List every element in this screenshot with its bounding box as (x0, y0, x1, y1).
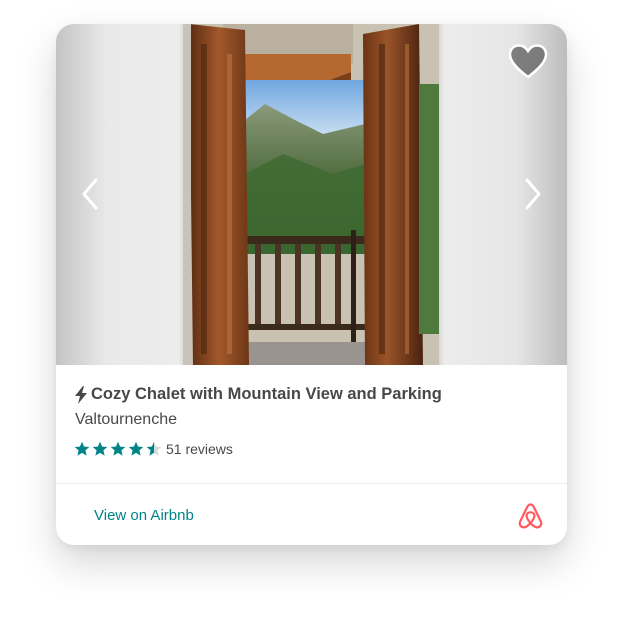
view-on-airbnb-link[interactable]: View on Airbnb (94, 507, 194, 524)
lightning-bolt-icon (75, 385, 87, 404)
star-icon (128, 441, 144, 456)
airbnb-logo-icon[interactable] (517, 502, 544, 530)
star-icon (74, 441, 90, 456)
previous-photo-button[interactable] (70, 174, 110, 214)
star-rating (74, 441, 162, 457)
rating-row: 51 reviews (74, 441, 233, 457)
title-row: Cozy Chalet with Mountain View and Parki… (75, 385, 442, 404)
review-count[interactable]: 51 reviews (166, 441, 233, 457)
footer-divider (56, 483, 567, 484)
listing-title[interactable]: Cozy Chalet with Mountain View and Parki… (91, 385, 442, 404)
next-photo-button[interactable] (513, 174, 553, 214)
listing-location: Valtournenche (75, 411, 177, 428)
star-icon (110, 441, 126, 456)
favorite-heart-icon[interactable] (508, 44, 548, 80)
chevron-left-icon (82, 178, 98, 210)
listing-info: Cozy Chalet with Mountain View and Parki… (56, 365, 567, 483)
chevron-right-icon (525, 178, 541, 210)
star-icon (92, 441, 108, 456)
listing-photo-carousel[interactable] (56, 24, 567, 365)
listing-photo (183, 24, 439, 365)
half-star-icon (146, 441, 162, 456)
listing-card: Cozy Chalet with Mountain View and Parki… (56, 24, 567, 545)
